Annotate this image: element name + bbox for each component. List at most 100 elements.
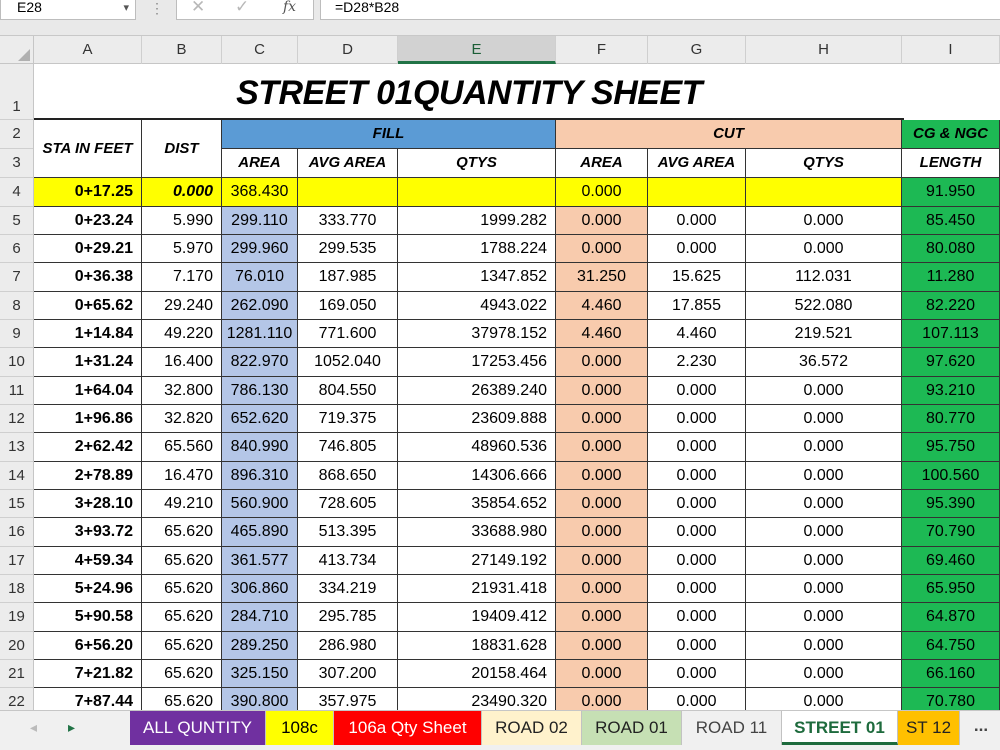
cell-a7[interactable]: 0+36.38: [34, 263, 142, 292]
cell-b14[interactable]: 16.470: [142, 462, 222, 490]
cell-f9[interactable]: 4.460: [556, 320, 648, 348]
header-cut-avg-area[interactable]: AVG AREA: [648, 149, 746, 178]
cell-a18[interactable]: 5+24.96: [34, 575, 142, 603]
cell-c17[interactable]: 361.577: [222, 547, 298, 575]
cell-e13[interactable]: 48960.536: [398, 433, 556, 462]
header-cut[interactable]: CUT: [556, 120, 902, 149]
cell-d14[interactable]: 868.650: [298, 462, 398, 490]
column-header-c[interactable]: C: [222, 36, 298, 64]
cell-c12[interactable]: 652.620: [222, 405, 298, 433]
cell-f5[interactable]: 0.000: [556, 207, 648, 235]
cell-b22[interactable]: 65.620: [142, 688, 222, 710]
cell-i22[interactable]: 70.780: [902, 688, 1000, 710]
header-cut-area[interactable]: AREA: [556, 149, 648, 178]
cell-f18[interactable]: 0.000: [556, 575, 648, 603]
cell-i4[interactable]: 91.950: [902, 178, 1000, 207]
cell-h13[interactable]: 0.000: [746, 433, 902, 462]
header-fill-area[interactable]: AREA: [222, 149, 298, 178]
row-header-12[interactable]: 12: [0, 405, 33, 433]
row-header-4[interactable]: 4: [0, 178, 33, 207]
name-box[interactable]: E28 ▾: [0, 0, 136, 20]
cell-i16[interactable]: 70.790: [902, 518, 1000, 547]
cell-b21[interactable]: 65.620: [142, 660, 222, 688]
cell-a4[interactable]: 0+17.25: [34, 178, 142, 207]
cell-f15[interactable]: 0.000: [556, 490, 648, 518]
cell-c18[interactable]: 306.860: [222, 575, 298, 603]
cell-h6[interactable]: 0.000: [746, 235, 902, 263]
row-header-18[interactable]: 18: [0, 575, 33, 603]
cell-g7[interactable]: 15.625: [648, 263, 746, 292]
header-sta-in-feet[interactable]: STA IN FEET: [34, 120, 142, 178]
cell-e15[interactable]: 35854.652: [398, 490, 556, 518]
row-header-19[interactable]: 19: [0, 603, 33, 632]
cell-d20[interactable]: 286.980: [298, 632, 398, 660]
cell-a16[interactable]: 3+93.72: [34, 518, 142, 547]
cell-f21[interactable]: 0.000: [556, 660, 648, 688]
cell-b13[interactable]: 65.560: [142, 433, 222, 462]
cell-b4[interactable]: 0.000: [142, 178, 222, 207]
cell-a9[interactable]: 1+14.84: [34, 320, 142, 348]
cell-h17[interactable]: 0.000: [746, 547, 902, 575]
cell-d21[interactable]: 307.200: [298, 660, 398, 688]
cell-i8[interactable]: 82.220: [902, 292, 1000, 320]
cell-g11[interactable]: 0.000: [648, 377, 746, 405]
formula-input[interactable]: =D28*B28: [320, 0, 1000, 20]
cell-h5[interactable]: 0.000: [746, 207, 902, 235]
cell-c19[interactable]: 284.710: [222, 603, 298, 632]
cell-g19[interactable]: 0.000: [648, 603, 746, 632]
cell-b19[interactable]: 65.620: [142, 603, 222, 632]
cell-e21[interactable]: 20158.464: [398, 660, 556, 688]
cell-h21[interactable]: 0.000: [746, 660, 902, 688]
chevron-down-icon[interactable]: ▾: [123, 1, 129, 15]
column-header-b[interactable]: B: [142, 36, 222, 64]
cell-e10[interactable]: 17253.456: [398, 348, 556, 377]
cell-f16[interactable]: 0.000: [556, 518, 648, 547]
cell-c15[interactable]: 560.900: [222, 490, 298, 518]
cell-d8[interactable]: 169.050: [298, 292, 398, 320]
sheet-tab-road-01[interactable]: ROAD 01: [582, 711, 682, 745]
row-header-9[interactable]: 9: [0, 320, 33, 348]
cell-a8[interactable]: 0+65.62: [34, 292, 142, 320]
header-length[interactable]: LENGTH: [902, 149, 1000, 178]
cell-f7[interactable]: 31.250: [556, 263, 648, 292]
cell-c22[interactable]: 390.800: [222, 688, 298, 710]
cell-g15[interactable]: 0.000: [648, 490, 746, 518]
cell-h15[interactable]: 0.000: [746, 490, 902, 518]
cell-e8[interactable]: 4943.022: [398, 292, 556, 320]
cell-d11[interactable]: 804.550: [298, 377, 398, 405]
cell-e18[interactable]: 21931.418: [398, 575, 556, 603]
cell-d5[interactable]: 333.770: [298, 207, 398, 235]
cell-c11[interactable]: 786.130: [222, 377, 298, 405]
cell-c10[interactable]: 822.970: [222, 348, 298, 377]
cell-c14[interactable]: 896.310: [222, 462, 298, 490]
cell-d4[interactable]: [298, 178, 398, 207]
cell-h8[interactable]: 522.080: [746, 292, 902, 320]
cell-h16[interactable]: 0.000: [746, 518, 902, 547]
cell-b12[interactable]: 32.820: [142, 405, 222, 433]
cell-a10[interactable]: 1+31.24: [34, 348, 142, 377]
cell-b5[interactable]: 5.990: [142, 207, 222, 235]
cell-a14[interactable]: 2+78.89: [34, 462, 142, 490]
row-header-17[interactable]: 17: [0, 547, 33, 575]
cell-e7[interactable]: 1347.852: [398, 263, 556, 292]
cell-d17[interactable]: 413.734: [298, 547, 398, 575]
cell-g20[interactable]: 0.000: [648, 632, 746, 660]
cell-e6[interactable]: 1788.224: [398, 235, 556, 263]
cell-h10[interactable]: 36.572: [746, 348, 902, 377]
column-header-e[interactable]: E: [398, 36, 556, 64]
cell-g6[interactable]: 0.000: [648, 235, 746, 263]
cell-e12[interactable]: 23609.888: [398, 405, 556, 433]
cell-f20[interactable]: 0.000: [556, 632, 648, 660]
cell-g21[interactable]: 0.000: [648, 660, 746, 688]
cell-b20[interactable]: 65.620: [142, 632, 222, 660]
header-fill-qtys[interactable]: QTYS: [398, 149, 556, 178]
cell-i10[interactable]: 97.620: [902, 348, 1000, 377]
cell-i14[interactable]: 100.560: [902, 462, 1000, 490]
cell-e20[interactable]: 18831.628: [398, 632, 556, 660]
cell-d13[interactable]: 746.805: [298, 433, 398, 462]
cell-b8[interactable]: 29.240: [142, 292, 222, 320]
cell-a21[interactable]: 7+21.82: [34, 660, 142, 688]
cell-i18[interactable]: 65.950: [902, 575, 1000, 603]
cell-a22[interactable]: 7+87.44: [34, 688, 142, 710]
row-header-8[interactable]: 8: [0, 292, 33, 320]
